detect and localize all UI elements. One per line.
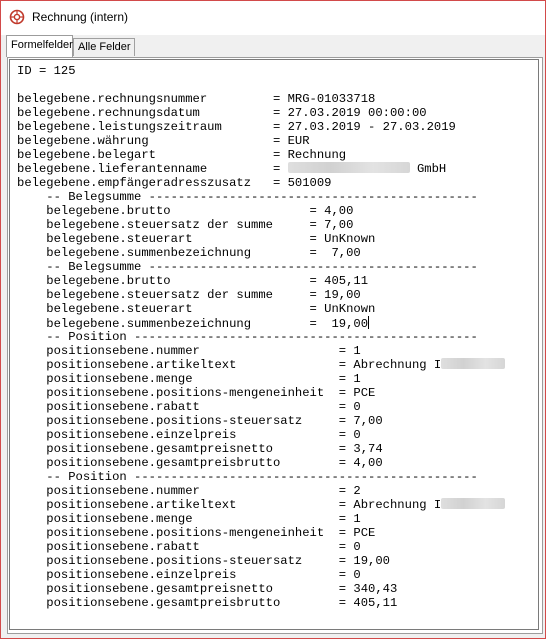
text-line: -- Belegsumme --------------------------… [17,190,478,204]
formula-fields-textarea[interactable]: ID = 125 belegebene.rechnungsnummer = MR… [9,59,539,630]
redacted-text [441,358,506,369]
text-line: belegebene.empfängeradresszusatz = 50100… [17,176,332,190]
text-line: belegebene.steuersatz der summe = 7,00 [17,218,354,232]
text-line [17,78,505,92]
text-line: belegebene.rechnungsnummer = MRG-0103371… [17,92,376,106]
text-line: positionsebene.positions-steuersatz = 19… [17,554,390,568]
text-line: -- Belegsumme --------------------------… [17,260,478,274]
text-line: belegebene.belegart = Rechnung [17,148,347,162]
artikeltext-label: positionsebene.artikeltext = Abrechnung … [17,358,442,372]
window: Rechnung (intern) Formelfelder Alle Feld… [0,0,546,639]
text-line: positionsebene.menge = 1 [17,372,361,386]
app-icon [9,9,25,25]
window-title: Rechnung (intern) [32,10,129,24]
text-line: ID = 125 [17,64,76,78]
text-line: belegebene.brutto = 4,00 [17,204,354,218]
text-line: belegebene.steuersatz der summe = 19,00 [17,288,361,302]
text-line: positionsebene.nummer = 2 [17,484,361,498]
text-line: -- Position ----------------------------… [17,330,478,344]
tab-bar: Formelfelder Alle Felder [1,35,545,57]
text-line-lieferant: belegebene.lieferantenname = GmbH [17,162,505,176]
text-line: belegebene.summenbezeichnung = 19,00 [17,317,369,331]
tab-panel: ID = 125 belegebene.rechnungsnummer = MR… [7,57,543,634]
text-line: positionsebene.positions-mengeneinheit =… [17,526,376,540]
text-line: positionsebene.menge = 1 [17,512,361,526]
text-line: positionsebene.einzelpreis = 0 [17,568,361,582]
text-caret [368,316,370,329]
text-line: positionsebene.gesamtpreisnetto = 3,74 [17,442,383,456]
text-line: belegebene.rechnungsdatum = 27.03.2019 0… [17,106,427,120]
text-line: positionsebene.gesamtpreisbrutto = 4,00 [17,456,383,470]
text-line-with-caret: belegebene.summenbezeichnung = 19,00 [17,316,505,331]
text-line: belegebene.währung = EUR [17,134,310,148]
tab-alle-felder[interactable]: Alle Felder [73,38,135,56]
lieferant-suffix: GmbH [416,162,447,176]
lieferant-label: belegebene.lieferantenname = [17,162,288,176]
text-line-artikeltext: positionsebene.artikeltext = Abrechnung … [17,358,506,372]
text-line: positionsebene.gesamtpreisbrutto = 405,1… [17,596,398,610]
text-line: positionsebene.positions-mengeneinheit =… [17,386,376,400]
text-line: positionsebene.nummer = 1 [17,344,361,358]
redacted-text [287,162,410,173]
tab-formelfelder[interactable]: Formelfelder [6,35,73,57]
title-bar[interactable]: Rechnung (intern) [1,1,545,35]
text-line: positionsebene.positions-steuersatz = 7,… [17,414,383,428]
text-line: belegebene.leistungszeitraum = 27.03.201… [17,120,456,134]
text-line: belegebene.brutto = 405,11 [17,274,369,288]
text-line: positionsebene.einzelpreis = 0 [17,428,361,442]
text-line: belegebene.steuerart = UnKnown [17,302,376,316]
text-line-artikeltext: positionsebene.artikeltext = Abrechnung … [17,498,506,512]
text-content: ID = 125 belegebene.rechnungsnummer = MR… [17,64,506,610]
text-line: belegebene.summenbezeichnung = 7,00 [17,246,361,260]
text-line: -- Position ----------------------------… [17,470,478,484]
artikeltext-label: positionsebene.artikeltext = Abrechnung … [17,498,442,512]
redacted-text [441,498,506,509]
text-line: positionsebene.rabatt = 0 [17,540,361,554]
text-line: belegebene.steuerart = UnKnown [17,232,376,246]
text-line: positionsebene.rabatt = 0 [17,400,361,414]
text-line: positionsebene.gesamtpreisnetto = 340,43 [17,582,398,596]
